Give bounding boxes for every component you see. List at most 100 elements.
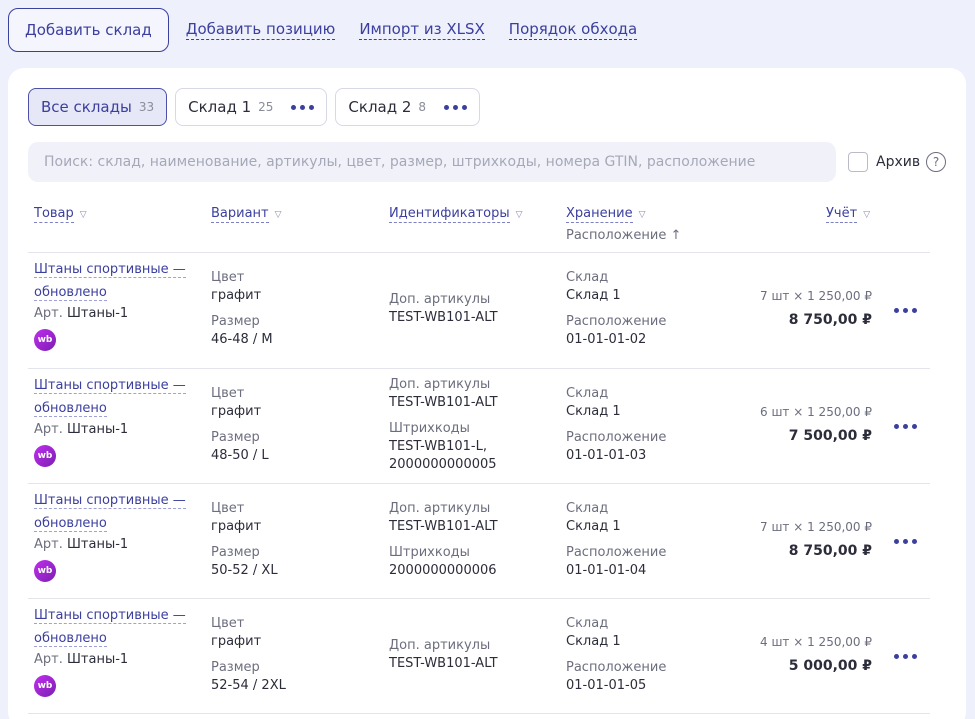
table-header: Товар ▽ Вариант ▽ Идентификаторы ▽ Хранение… bbox=[34, 206, 930, 252]
account-cell: 7 шт × 1 250,00 ₽ 8 750,00 ₽ bbox=[728, 520, 872, 559]
qty-price: 6 шт × 1 250,00 ₽ bbox=[760, 405, 872, 419]
tab-count: 33 bbox=[138, 100, 155, 114]
product-cell: Штаны спортивные — обновлено Арт. Штаны-1… bbox=[34, 374, 204, 467]
color-value: графит bbox=[211, 634, 262, 649]
add-warehouse-button[interactable]: Добавить склад bbox=[8, 8, 169, 52]
identifiers-cell: Доп. артикулы TEST-WB101-ALT Штрихкоды T… bbox=[389, 376, 498, 482]
storage-cell: Склад Склад 1 Расположение 01-01-01-04 bbox=[566, 500, 666, 588]
archive-label: Архив bbox=[876, 154, 921, 170]
extra-sku-value: TEST-WB101-ALT bbox=[389, 656, 498, 671]
wb-marketplace-icon: wb bbox=[34, 675, 56, 697]
warehouse-value: Склад 1 bbox=[566, 288, 621, 303]
row-total: 8 750,00 ₽ bbox=[788, 312, 872, 328]
column-account[interactable]: Учёт ▽ bbox=[826, 206, 870, 223]
table-row: Штаны спортивные — обновлено Арт. Штаны-1… bbox=[28, 369, 930, 484]
column-label: Идентификаторы bbox=[389, 206, 510, 223]
location-label: Расположение bbox=[566, 545, 667, 560]
qty-price: 7 шт × 1 250,00 ₽ bbox=[760, 289, 872, 303]
product-article: Арт. Штаны-1 bbox=[34, 422, 129, 437]
chevron-down-icon: ▽ bbox=[638, 209, 646, 220]
tab-warehouse-1[interactable]: Склад 1 25 bbox=[175, 88, 328, 126]
tab-label: Склад 2 bbox=[348, 98, 412, 116]
toolbar: Добавить склад Добавить позицию Импорт и… bbox=[8, 8, 638, 52]
more-dots-icon[interactable] bbox=[444, 104, 468, 110]
extra-sku-label: Доп. артикулы bbox=[389, 501, 491, 516]
table-row: Штаны спортивные — обновлено Арт. Штаны-1… bbox=[28, 253, 930, 368]
help-icon[interactable]: ? bbox=[926, 152, 947, 172]
row-more-icon[interactable] bbox=[894, 539, 917, 544]
column-storage[interactable]: Хранение ▽ bbox=[566, 206, 646, 223]
identifiers-cell: Доп. артикулы TEST-WB101-ALT bbox=[389, 291, 498, 335]
archive-filter: Архив ? bbox=[848, 152, 947, 172]
more-dots-icon[interactable] bbox=[291, 104, 315, 110]
column-identifiers[interactable]: Идентификаторы ▽ bbox=[389, 206, 523, 223]
wb-marketplace-icon: wb bbox=[34, 445, 56, 467]
variant-cell: Цвет графит Размер 48-50 / L bbox=[211, 385, 269, 473]
qty-price: 4 шт × 1 250,00 ₽ bbox=[760, 635, 872, 649]
color-value: графит bbox=[211, 519, 262, 534]
storage-cell: Склад Склад 1 Расположение 01-01-01-05 bbox=[566, 615, 666, 703]
warehouse-label: Склад bbox=[566, 501, 609, 516]
column-variant[interactable]: Вариант ▽ bbox=[211, 206, 282, 223]
location-value: 01-01-01-04 bbox=[566, 563, 647, 578]
location-label: Расположение bbox=[566, 430, 667, 445]
archive-checkbox[interactable] bbox=[848, 152, 868, 172]
warehouse-tabs: Все склады 33 Склад 1 25 Склад 2 8 bbox=[28, 88, 488, 126]
account-cell: 7 шт × 1 250,00 ₽ 8 750,00 ₽ bbox=[728, 289, 872, 328]
account-cell: 6 шт × 1 250,00 ₽ 7 500,00 ₽ bbox=[728, 405, 872, 444]
variant-cell: Цвет графит Размер 46-48 / M bbox=[211, 269, 273, 357]
color-label: Цвет bbox=[211, 386, 245, 401]
warehouse-value: Склад 1 bbox=[566, 404, 621, 419]
column-label: Товар bbox=[34, 206, 74, 223]
tab-warehouse-2[interactable]: Склад 2 8 bbox=[335, 88, 481, 126]
variant-cell: Цвет графит Размер 50-52 / XL bbox=[211, 500, 278, 588]
product-article: Арт. Штаны-1 bbox=[34, 652, 129, 667]
column-product[interactable]: Товар ▽ bbox=[34, 206, 87, 223]
column-label: Вариант bbox=[211, 206, 269, 223]
size-value: 46-48 / M bbox=[211, 332, 273, 347]
color-value: графит bbox=[211, 404, 262, 419]
warehouse-value: Склад 1 bbox=[566, 519, 621, 534]
extra-sku-label: Доп. артикулы bbox=[389, 377, 491, 392]
add-item-link[interactable]: Добавить позицию bbox=[185, 20, 336, 40]
product-link[interactable]: Штаны спортивные — обновлено bbox=[34, 604, 204, 650]
location-value: 01-01-01-02 bbox=[566, 332, 647, 347]
extra-sku-value: TEST-WB101-ALT bbox=[389, 310, 498, 325]
barcodes-label: Штрихкоды bbox=[389, 545, 470, 560]
chevron-down-icon: ▽ bbox=[515, 209, 523, 220]
extra-sku-value: TEST-WB101-ALT bbox=[389, 395, 498, 410]
warehouse-label: Склад bbox=[566, 270, 609, 285]
tab-all-warehouses[interactable]: Все склады 33 bbox=[28, 88, 168, 126]
warehouse-label: Склад bbox=[566, 386, 609, 401]
divider bbox=[28, 713, 930, 714]
size-label: Размер bbox=[211, 660, 260, 675]
row-more-icon[interactable] bbox=[894, 654, 917, 659]
barcodes-value: TEST-WB101-L, bbox=[389, 439, 487, 454]
extra-sku-label: Доп. артикулы bbox=[389, 292, 491, 307]
search-input[interactable] bbox=[28, 142, 836, 182]
row-more-icon[interactable] bbox=[894, 424, 917, 429]
product-link[interactable]: Штаны спортивные — обновлено bbox=[34, 258, 204, 304]
chevron-down-icon: ▽ bbox=[863, 209, 871, 220]
walk-order-link[interactable]: Порядок обхода bbox=[508, 20, 638, 40]
product-article: Арт. Штаны-1 bbox=[34, 306, 129, 321]
size-label: Размер bbox=[211, 314, 260, 329]
row-more-icon[interactable] bbox=[894, 308, 917, 313]
storage-cell: Склад Склад 1 Расположение 01-01-01-02 bbox=[566, 269, 666, 357]
storage-sort-label[interactable]: Расположение ↑ bbox=[566, 228, 681, 243]
product-article: Арт. Штаны-1 bbox=[34, 537, 129, 552]
product-link[interactable]: Штаны спортивные — обновлено bbox=[34, 374, 204, 420]
product-cell: Штаны спортивные — обновлено Арт. Штаны-1… bbox=[34, 604, 204, 697]
location-value: 01-01-01-05 bbox=[566, 678, 647, 693]
size-value: 52-54 / 2XL bbox=[211, 678, 286, 693]
wb-marketplace-icon: wb bbox=[34, 329, 56, 351]
tab-count: 8 bbox=[418, 100, 427, 114]
wb-marketplace-icon: wb bbox=[34, 560, 56, 582]
table-row: Штаны спортивные — обновлено Арт. Штаны-1… bbox=[28, 484, 930, 599]
column-label: Хранение bbox=[566, 206, 633, 223]
location-value: 01-01-01-03 bbox=[566, 448, 647, 463]
variant-cell: Цвет графит Размер 52-54 / 2XL bbox=[211, 615, 286, 703]
import-xlsx-link[interactable]: Импорт из XLSX bbox=[359, 20, 485, 40]
product-link[interactable]: Штаны спортивные — обновлено bbox=[34, 489, 204, 535]
size-label: Размер bbox=[211, 545, 260, 560]
